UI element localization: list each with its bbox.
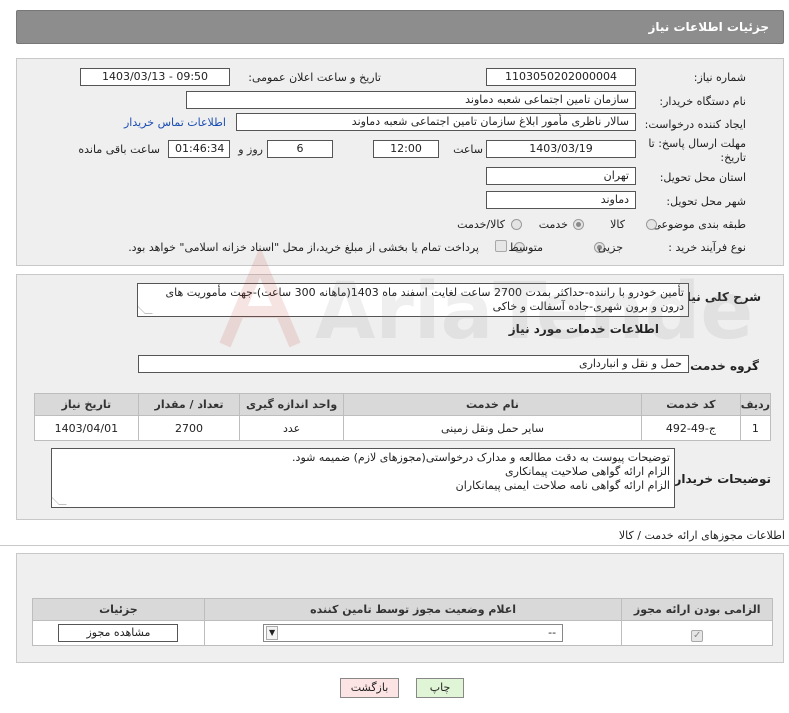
permit-status-value: --: [548, 626, 557, 639]
col-required: الزامی بودن ارائه مجوز: [621, 598, 773, 621]
deadline-time-label: ساعت: [453, 143, 483, 156]
buyer-org-label: نام دستگاه خریدار:: [659, 95, 746, 108]
service-group-label: گروه خدمت:: [685, 359, 759, 373]
page-title: جزئیات اطلاعات نیاز: [648, 20, 769, 34]
resize-handle-icon[interactable]: [52, 497, 67, 505]
deadline-label: مهلت ارسال پاسخ: تا: [648, 137, 746, 150]
need-number-label: شماره نیاز:: [693, 71, 746, 84]
cell-status: ▼ --: [203, 620, 623, 646]
category-radio-goods-service[interactable]: [511, 219, 522, 230]
cell-row: 1: [739, 415, 772, 441]
col-status: اعلام وضعیت مجوز توسط تامین کننده: [203, 598, 623, 621]
announce-label: تاریخ و ساعت اعلان عمومی:: [248, 71, 381, 84]
need-info-panel: [16, 58, 784, 266]
announce-field: 1403/03/13 - 09:50: [80, 68, 230, 86]
category-radio-service[interactable]: [573, 219, 584, 230]
deadline-date-label: تاریخ:: [720, 151, 746, 164]
category-option-service: خدمت: [538, 218, 568, 231]
process-label: نوع فرآیند خرید :: [668, 241, 746, 254]
category-radio-goods[interactable]: [646, 219, 657, 230]
permits-divider: [0, 545, 789, 546]
col-row: ردیف: [739, 393, 772, 416]
province-field: تهران: [486, 167, 636, 185]
permits-table-header: الزامی بودن ارائه مجوز اعلام وضعیت مجوز …: [32, 598, 773, 621]
cell-date: 1403/04/01: [34, 415, 139, 441]
permits-section-title: اطلاعات مجوزهای ارائه خدمت / کالا: [618, 529, 785, 542]
view-permit-button[interactable]: مشاهده مجوز: [58, 624, 179, 642]
chevron-down-icon: ▼: [266, 626, 279, 640]
resize-handle-icon[interactable]: [138, 306, 153, 314]
cell-unit: عدد: [239, 415, 344, 441]
remaining-label: ساعت باقی مانده: [78, 143, 160, 156]
treasury-checkbox[interactable]: [495, 240, 507, 252]
page-header: جزئیات اطلاعات نیاز: [16, 10, 784, 44]
requester-field: سالار ناظری مأمور ابلاغ سازمان تامین اجت…: [236, 113, 636, 131]
buyer-notes-line-1: توضیحات پیوست به دقت مطالعه و مدارک درخو…: [292, 451, 670, 464]
process-option-minor: جزیی: [597, 241, 623, 254]
cell-required: ✓: [621, 620, 773, 646]
cell-details: مشاهده مجوز: [32, 620, 205, 646]
buyer-notes-textarea[interactable]: توضیحات پیوست به دقت مطالعه و مدارک درخو…: [51, 448, 675, 508]
col-qty: تعداد / مقدار: [137, 393, 241, 416]
deadline-date-field: 1403/03/19: [486, 140, 636, 158]
days-field: 6: [267, 140, 333, 158]
category-option-goods-service: کالا/خدمت: [457, 218, 505, 231]
table-row: 1 ج-49-492 سایر حمل ونقل زمینی عدد 2700 …: [34, 415, 772, 441]
deadline-time-field: 12:00: [373, 140, 439, 158]
treasury-note: پرداخت تمام یا بخشی از مبلغ خرید،از محل …: [128, 241, 479, 254]
need-number-field: 1103050202000004: [486, 68, 636, 86]
col-unit: واحد اندازه گیری: [239, 393, 344, 416]
col-date: تاریخ نیاز: [34, 393, 139, 416]
city-label: شهر محل تحویل:: [666, 195, 746, 208]
cell-name: سایر حمل ونقل زمینی: [342, 415, 643, 441]
requester-label: ایجاد کننده درخواست:: [644, 118, 746, 131]
cell-qty: 2700: [137, 415, 241, 441]
buyer-notes-label: توضیحات خریدار:: [669, 472, 771, 486]
services-table: ردیف کد خدمت نام خدمت واحد اندازه گیری ت…: [34, 393, 772, 441]
permit-status-select[interactable]: ▼ --: [263, 624, 564, 642]
col-name: نام خدمت: [342, 393, 643, 416]
required-checkbox: ✓: [691, 630, 704, 642]
print-button[interactable]: چاپ: [416, 678, 464, 698]
permits-table: الزامی بودن ارائه مجوز اعلام وضعیت مجوز …: [32, 598, 773, 646]
table-row: ✓ ▼ -- مشاهده مجوز: [32, 620, 773, 646]
services-table-header: ردیف کد خدمت نام خدمت واحد اندازه گیری ت…: [34, 393, 772, 416]
col-details: جزئیات: [32, 598, 205, 621]
city-field: دماوند: [486, 191, 636, 209]
buyer-contact-link[interactable]: اطلاعات تماس خریدار: [124, 116, 226, 129]
buyer-org-field: سازمان تامین اجتماعی شعبه دماوند: [186, 91, 636, 109]
col-code: کد خدمت: [641, 393, 741, 416]
buyer-notes-line-3: الزام ارائه گواهی نامه صلاحت ایمنی پیمان…: [455, 479, 670, 492]
remaining-time-field: 01:46:34: [168, 140, 230, 158]
service-group-field: حمل و نقل و انبارداری: [138, 355, 689, 373]
process-option-medium: متوسط: [508, 241, 543, 254]
category-option-goods: کالا: [610, 218, 625, 231]
category-label: طبقه بندی موضوعی:: [648, 218, 746, 231]
services-section-title: اطلاعات خدمات مورد نیاز: [508, 322, 659, 336]
summary-text: تأمین خودرو با راننده-حداکثر بمدت 2700 س…: [165, 286, 684, 313]
days-label: روز و: [238, 143, 263, 156]
summary-textarea[interactable]: تأمین خودرو با راننده-حداکثر بمدت 2700 س…: [137, 283, 689, 317]
cell-code: ج-49-492: [641, 415, 741, 441]
buyer-notes-line-2: الزام ارائه گواهی صلاحیت پیمانکاری: [505, 465, 670, 478]
province-label: استان محل تحویل:: [659, 171, 746, 184]
back-button[interactable]: بازگشت: [340, 678, 399, 698]
